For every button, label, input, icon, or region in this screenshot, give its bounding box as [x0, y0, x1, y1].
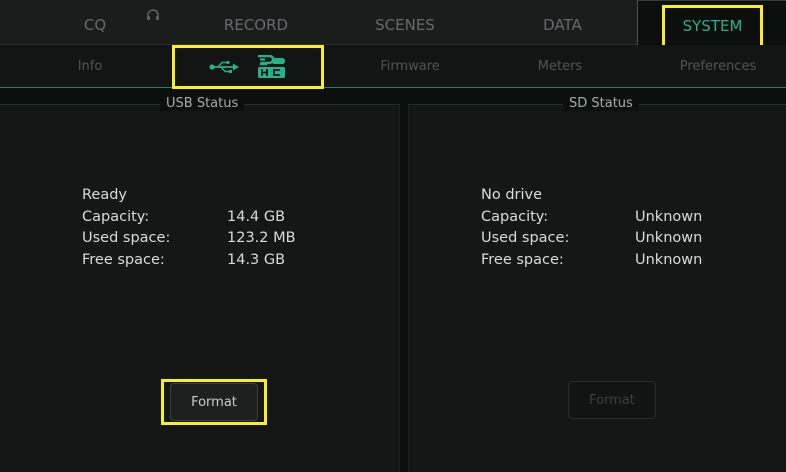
- usb-free-value: 14.3 GB: [227, 251, 286, 268]
- tab-record-label: RECORD: [223, 16, 289, 34]
- sub-tab-bar: Info Firmware Meters Preferences: [0, 45, 786, 88]
- usb-free-label: Free space:: [82, 251, 165, 268]
- sd-free-row: Free space: Unknown: [481, 250, 771, 272]
- sd-status-info: No drive Capacity: Unknown Used space: U…: [481, 185, 771, 271]
- subtab-info[interactable]: Info: [40, 45, 140, 87]
- sd-used-value: Unknown: [635, 230, 703, 246]
- usb-status-title: USB Status: [160, 96, 245, 111]
- tab-cq[interactable]: CQ: [0, 0, 190, 44]
- headphone-icon: [147, 9, 159, 20]
- subtab-meters[interactable]: Meters: [500, 45, 620, 87]
- usb-used-value: 123.2 MB: [227, 230, 296, 246]
- tab-record[interactable]: RECORD: [190, 0, 322, 44]
- tab-scenes-label: SCENES: [375, 16, 435, 34]
- sd-used-row: Used space: Unknown: [481, 228, 771, 250]
- subtab-preferences-label: Preferences: [679, 59, 757, 74]
- sd-status-title: SD Status: [563, 96, 639, 111]
- usb-used-row: Used space: 123.2 MB: [82, 228, 382, 250]
- subtab-preferences[interactable]: Preferences: [650, 45, 786, 87]
- usb-status-info: Ready Capacity: 14.4 GB Used space: 123.…: [82, 185, 382, 271]
- sd-free-value: Unknown: [635, 251, 703, 268]
- usb-capacity-value: 14.4 GB: [227, 208, 286, 225]
- usb-state: Ready: [82, 185, 382, 207]
- sd-format-button[interactable]: Format: [568, 381, 656, 419]
- tab-data[interactable]: DATA: [495, 0, 630, 44]
- subtab-firmware-label: Firmware: [380, 59, 440, 74]
- tab-scenes[interactable]: SCENES: [340, 0, 470, 44]
- usb-state-text: Ready: [82, 187, 128, 203]
- subtab-usb-sd[interactable]: [172, 45, 324, 89]
- usb-capacity-label: Capacity:: [82, 208, 150, 225]
- sdhc-icon: [258, 55, 285, 78]
- usb-free-row: Free space: 14.3 GB: [82, 250, 382, 272]
- subtab-firmware[interactable]: Firmware: [350, 45, 470, 87]
- system-tab-highlight: [662, 5, 763, 48]
- format-button-highlight: [161, 379, 267, 425]
- sd-used-label: Used space:: [481, 230, 570, 246]
- sd-capacity-row: Capacity: Unknown: [481, 207, 771, 229]
- sd-capacity-label: Capacity:: [481, 208, 549, 225]
- usb-icon: [209, 60, 239, 73]
- usb-capacity-row: Capacity: 14.4 GB: [82, 207, 382, 229]
- subtab-info-label: Info: [77, 59, 103, 74]
- tab-data-label: DATA: [543, 16, 582, 34]
- sd-capacity-value: Unknown: [635, 208, 703, 225]
- sd-state-text: No drive: [481, 187, 543, 203]
- sd-state: No drive: [481, 185, 771, 207]
- sd-free-label: Free space:: [481, 251, 564, 268]
- subtab-meters-label: Meters: [537, 59, 583, 74]
- tab-cq-label: CQ: [83, 16, 107, 34]
- usb-used-label: Used space:: [82, 230, 171, 246]
